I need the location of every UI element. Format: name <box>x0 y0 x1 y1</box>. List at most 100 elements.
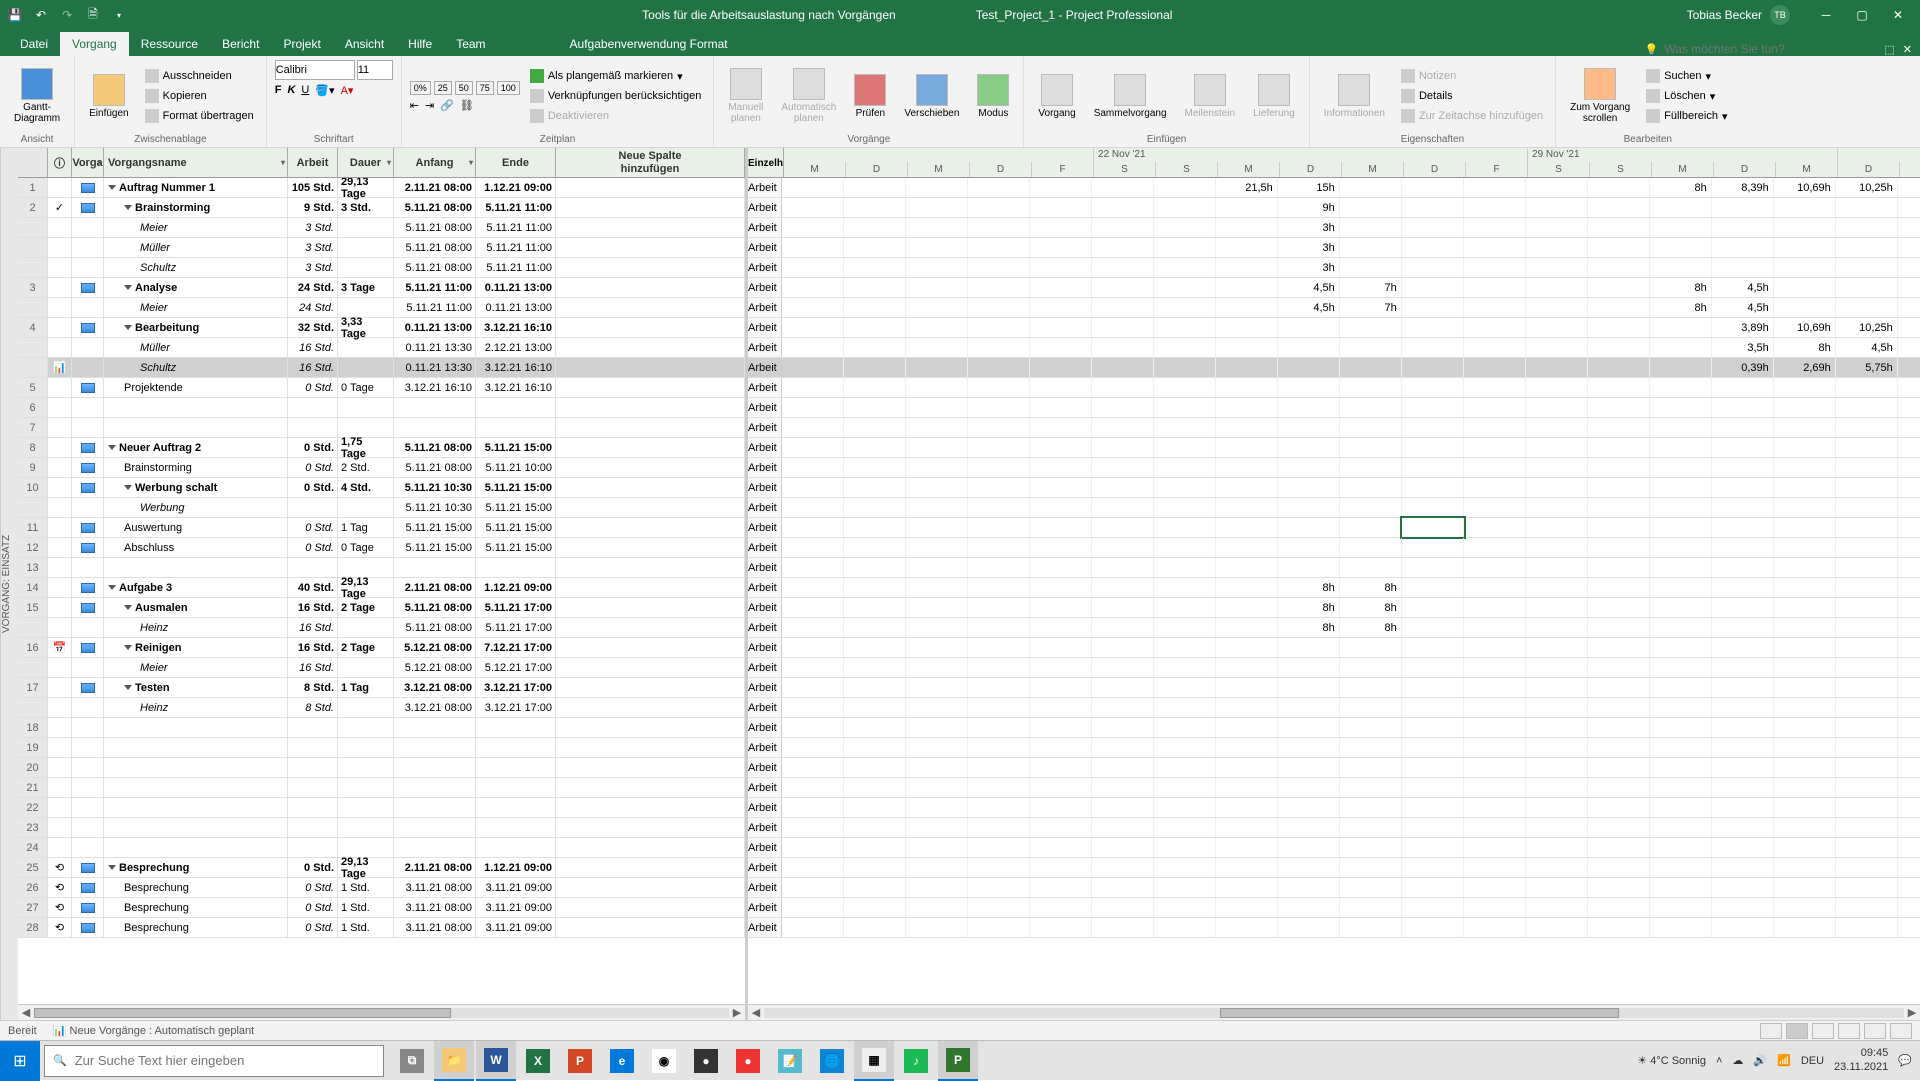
indent-button[interactable]: ⇥ <box>425 99 434 112</box>
tp-cell[interactable] <box>1278 658 1340 677</box>
tp-row[interactable]: Arbeit <box>748 418 1920 438</box>
tp-cell[interactable] <box>968 858 1030 877</box>
duration-cell[interactable]: 4 Std. <box>338 478 394 497</box>
tp-cell[interactable] <box>1030 838 1092 857</box>
copy-button[interactable]: Kopieren <box>141 87 258 105</box>
tp-cell[interactable] <box>1154 738 1216 757</box>
start-cell[interactable]: 5.11.21 10:30 <box>394 498 476 517</box>
tp-cell[interactable] <box>844 598 906 617</box>
duration-cell[interactable] <box>338 358 394 377</box>
tp-cell[interactable] <box>906 758 968 777</box>
end-cell[interactable]: 1.12.21 09:00 <box>476 578 556 597</box>
tp-cell[interactable] <box>1898 918 1920 937</box>
name-cell[interactable] <box>104 838 288 857</box>
tp-cell[interactable] <box>1030 678 1092 697</box>
undo-icon[interactable]: ↶ <box>32 6 50 24</box>
start-cell[interactable] <box>394 718 476 737</box>
tp-cell[interactable] <box>1092 318 1154 337</box>
tp-cell[interactable] <box>844 418 906 437</box>
tp-cell[interactable] <box>1526 718 1588 737</box>
tp-cell[interactable] <box>906 898 968 917</box>
tp-cell[interactable] <box>1154 558 1216 577</box>
tp-cell[interactable] <box>906 778 968 797</box>
tp-cell[interactable] <box>1092 698 1154 717</box>
tp-cell[interactable] <box>1836 598 1898 617</box>
tp-cell[interactable] <box>1030 718 1092 737</box>
tp-cell[interactable]: 8h <box>1650 178 1712 197</box>
tp-cell[interactable] <box>844 238 906 257</box>
tp-cell[interactable] <box>1030 638 1092 657</box>
taskmode-cell[interactable] <box>72 458 104 477</box>
tp-cell[interactable] <box>1898 838 1920 857</box>
col-taskmode[interactable]: Vorga▾ <box>72 148 104 177</box>
app2-icon[interactable]: ▦ <box>854 1041 894 1081</box>
tp-row[interactable]: Arbeit3,89h10,69h10,25h7,17h <box>748 318 1920 338</box>
row-number[interactable]: 21 <box>18 778 48 797</box>
taskmode-cell[interactable] <box>72 658 104 677</box>
day-header[interactable]: D <box>1714 162 1776 177</box>
tp-cell[interactable] <box>968 358 1030 377</box>
taskmode-cell[interactable] <box>72 518 104 537</box>
tp-cell[interactable] <box>782 658 844 677</box>
task-row[interactable]: 5Projektende0 Std.0 Tage3.12.21 16:103.1… <box>18 378 745 398</box>
name-cell[interactable] <box>104 798 288 817</box>
new-cell[interactable] <box>556 898 745 917</box>
tp-cell[interactable] <box>1588 558 1650 577</box>
row-number[interactable]: 11 <box>18 518 48 537</box>
tp-cell[interactable] <box>1092 458 1154 477</box>
tp-cell[interactable] <box>1588 358 1650 377</box>
tp-cell[interactable] <box>1402 398 1464 417</box>
volume-icon[interactable]: 🔊 <box>1753 1054 1767 1067</box>
task-row[interactable]: 11Auswertung0 Std.1 Tag5.11.21 15:005.11… <box>18 518 745 538</box>
tp-cell[interactable] <box>1712 638 1774 657</box>
work-cell[interactable]: 3 Std. <box>288 258 338 277</box>
tp-cell[interactable] <box>1650 558 1712 577</box>
end-cell[interactable] <box>476 558 556 577</box>
tp-cell[interactable] <box>1898 798 1920 817</box>
task-row[interactable]: Meier3 Std.5.11.21 08:005.11.21 11:00 <box>18 218 745 238</box>
tp-cell[interactable] <box>1216 338 1278 357</box>
start-cell[interactable]: 5.11.21 08:00 <box>394 438 476 457</box>
tp-cell[interactable] <box>1712 858 1774 877</box>
tp-cell[interactable] <box>1650 778 1712 797</box>
unlink-button[interactable]: ⛓ <box>460 99 474 112</box>
tp-cell[interactable] <box>1402 758 1464 777</box>
tp-cell[interactable] <box>1092 238 1154 257</box>
tp-cell[interactable] <box>782 798 844 817</box>
tp-cell[interactable] <box>1340 778 1402 797</box>
tp-cell[interactable] <box>968 698 1030 717</box>
tp-cell[interactable] <box>1650 738 1712 757</box>
task-row[interactable]: Werbung5.11.21 10:305.11.21 15:00 <box>18 498 745 518</box>
tp-cell[interactable] <box>1402 458 1464 477</box>
end-cell[interactable]: 5.11.21 11:00 <box>476 218 556 237</box>
new-cell[interactable] <box>556 858 745 877</box>
tp-row[interactable]: Arbeit <box>748 638 1920 658</box>
tp-row[interactable]: Arbeit <box>748 838 1920 858</box>
work-cell[interactable]: 0 Std. <box>288 898 338 917</box>
name-cell[interactable]: Aufgabe 3 <box>104 578 288 597</box>
tp-cell[interactable]: 2,69h <box>1774 358 1836 377</box>
task-row[interactable]: Heinz16 Std.5.11.21 08:005.11.21 17:00 <box>18 618 745 638</box>
end-cell[interactable] <box>476 818 556 837</box>
tp-cell[interactable]: 7,17h <box>1898 358 1920 377</box>
tp-cell[interactable] <box>1340 418 1402 437</box>
tab-ansicht[interactable]: Ansicht <box>333 32 396 56</box>
tp-cell[interactable] <box>844 338 906 357</box>
tp-cell[interactable] <box>782 458 844 477</box>
tp-cell[interactable] <box>1588 858 1650 877</box>
tp-cell[interactable] <box>906 878 968 897</box>
tp-cell[interactable] <box>1092 598 1154 617</box>
tp-cell[interactable] <box>1836 558 1898 577</box>
tp-cell[interactable] <box>1526 458 1588 477</box>
new-cell[interactable] <box>556 298 745 317</box>
tp-cell[interactable] <box>1464 558 1526 577</box>
tp-cell[interactable] <box>1216 598 1278 617</box>
duration-cell[interactable] <box>338 398 394 417</box>
tp-cell[interactable] <box>1464 298 1526 317</box>
tab-datei[interactable]: Datei <box>8 32 60 56</box>
tp-cell[interactable] <box>1588 758 1650 777</box>
new-cell[interactable] <box>556 418 745 437</box>
tp-cell[interactable] <box>906 598 968 617</box>
tp-cell[interactable] <box>844 498 906 517</box>
tp-cell[interactable] <box>1092 638 1154 657</box>
